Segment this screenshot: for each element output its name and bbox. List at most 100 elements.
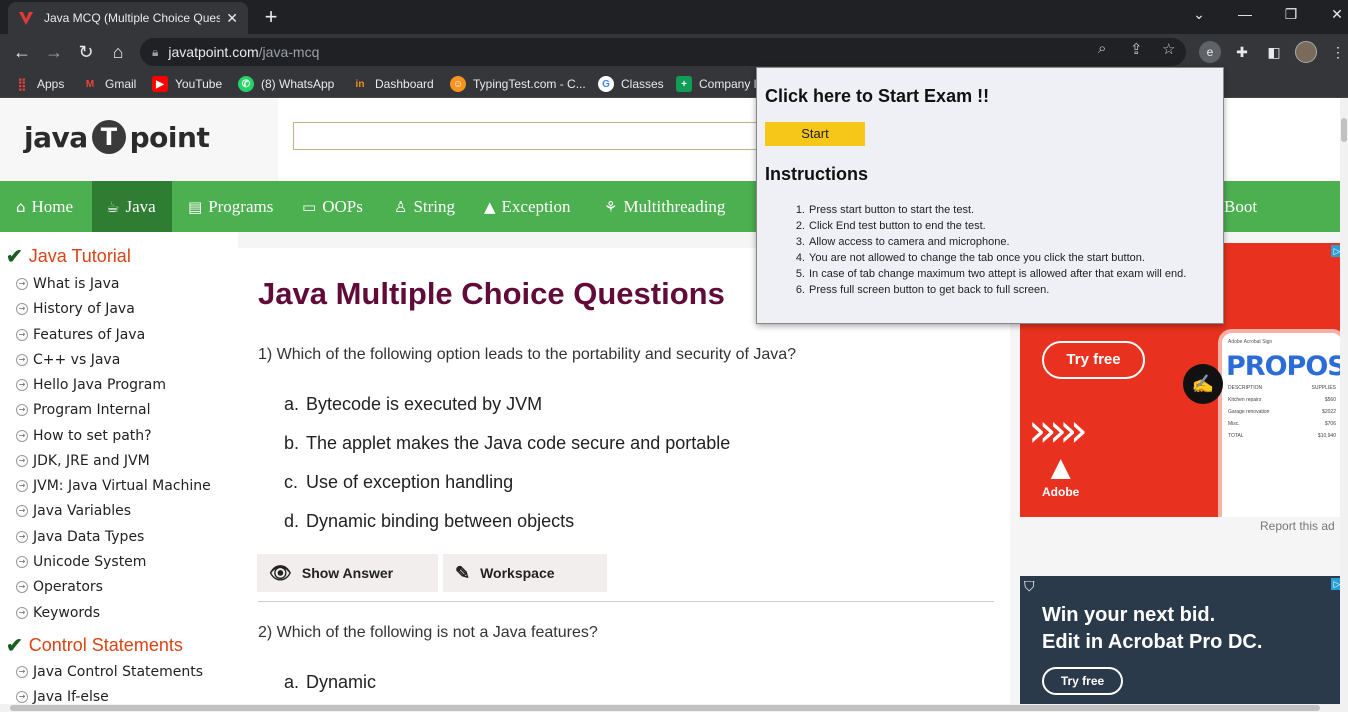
- tab-strip: Java MCQ (Multiple Choice Ques ✕ + ⌄ — ❐…: [0, 0, 1348, 34]
- bookmark-youtube[interactable]: ▶ YouTube: [152, 76, 222, 92]
- row-value: $706: [1324, 421, 1336, 427]
- sidebar-item[interactable]: → Java Variables: [16, 503, 131, 519]
- menu-oops[interactable]: ▭ OOPs: [288, 181, 377, 232]
- sidebar-item[interactable]: → Hello Java Program: [16, 377, 166, 393]
- acrobat-ad[interactable]: Win your next bid. Edit in Acrobat Pro DC…: [1020, 576, 1343, 712]
- home-icon[interactable]: ⌂: [106, 40, 130, 64]
- checkmark-icon: ✔: [6, 635, 23, 657]
- tab-search-icon[interactable]: ⌄: [1184, 6, 1214, 23]
- scroll-thumb[interactable]: [1341, 118, 1347, 142]
- start-exam-button[interactable]: Start: [765, 122, 865, 146]
- menu-home[interactable]: ⌂ Home: [2, 181, 87, 232]
- arrow-circle-icon: →: [16, 607, 28, 619]
- menu-kebab-icon[interactable]: ⋮: [1326, 40, 1348, 64]
- instruction-text: Press start button to start the test.: [809, 204, 975, 216]
- sidebar-item[interactable]: → Program Internal: [16, 402, 150, 418]
- warning-icon: ▲: [484, 197, 496, 216]
- side-panel-icon[interactable]: ◧: [1262, 40, 1286, 64]
- oops-icon: ▭: [302, 197, 317, 216]
- arrow-circle-icon: →: [16, 278, 28, 290]
- zoom-icon[interactable]: ⌕: [1098, 40, 1106, 57]
- javatpoint-logo[interactable]: java T point: [24, 120, 210, 154]
- bookmark-whatsapp[interactable]: ✆ (8) WhatsApp: [238, 76, 334, 92]
- site-search-input[interactable]: [293, 122, 763, 150]
- close-window-icon[interactable]: ✕: [1322, 6, 1348, 23]
- arrow-circle-icon: →: [16, 379, 28, 391]
- back-icon[interactable]: ←: [10, 40, 34, 64]
- arrow-circle-icon: →: [16, 505, 28, 517]
- menu-java[interactable]: ☕ Java: [92, 181, 172, 232]
- sidebar-item[interactable]: → Java Control Statements: [16, 664, 203, 680]
- menu-exception[interactable]: ▲ Exception: [470, 181, 584, 232]
- instruction-number: 4.: [795, 252, 805, 264]
- workspace-button[interactable]: ✎ Workspace: [443, 554, 607, 592]
- sidebar-section-java-tutorial[interactable]: ✔ Java Tutorial: [6, 244, 131, 269]
- bookmark-classes[interactable]: G Classes: [598, 76, 664, 92]
- sidebar-item[interactable]: → Unicode System: [16, 554, 146, 570]
- logo-java: java: [24, 120, 88, 154]
- share-icon[interactable]: ⇪: [1130, 40, 1143, 58]
- arrow-circle-icon: →: [16, 455, 28, 467]
- ad-try-free-button[interactable]: Try free: [1042, 341, 1145, 379]
- show-answer-button[interactable]: 👁︎ Show Answer: [257, 554, 438, 592]
- arrow-circle-icon: →: [16, 430, 28, 442]
- browser-tab[interactable]: Java MCQ (Multiple Choice Ques ✕: [8, 2, 248, 34]
- option-c: c. Use of exception handling: [284, 472, 513, 493]
- ad-try-free-button[interactable]: Try free: [1042, 667, 1123, 695]
- ad-headline-line: Win your next bid.: [1042, 604, 1216, 626]
- horizontal-scrollbar[interactable]: [0, 704, 1348, 712]
- menu-multithreading[interactable]: ⚘ Multithreading: [590, 181, 739, 232]
- option-letter: d.: [284, 511, 300, 531]
- arrow-circle-icon: →: [16, 691, 28, 703]
- vertical-scrollbar[interactable]: [1340, 98, 1348, 704]
- browser-toolbar: ← → ↻ ⌂ 🔒︎ javatpoint.com/java-mcq ⌕ ⇪ ☆…: [0, 34, 1348, 70]
- bookmark-star-icon[interactable]: ☆: [1162, 40, 1175, 58]
- forward-icon[interactable]: →: [42, 40, 66, 64]
- sidebar-item[interactable]: → Operators: [16, 579, 103, 595]
- address-bar[interactable]: 🔒︎ javatpoint.com/java-mcq: [140, 38, 1186, 66]
- extensions-puzzle-icon[interactable]: ✚: [1230, 40, 1254, 64]
- sidebar-item[interactable]: → JVM: Java Virtual Machine: [16, 478, 211, 494]
- sidebar-item-label: Program Internal: [33, 402, 151, 418]
- sidebar-section-control-statements[interactable]: ✔ Control Statements: [6, 633, 183, 658]
- instructions-list: 1. Press start button to start the test. …: [793, 202, 1203, 298]
- exam-extension-popup: Click here to Start Exam !! Start Instru…: [756, 67, 1224, 324]
- menu-label: String: [413, 196, 456, 216]
- row-key: TOTAL: [1228, 433, 1244, 439]
- sidebar-item[interactable]: → Java Data Types: [16, 529, 144, 545]
- phone-row: TOTAL $10,940: [1222, 430, 1342, 442]
- sidebar-item[interactable]: → Keywords: [16, 605, 100, 621]
- sidebar-item[interactable]: → JDK, JRE and JVM: [16, 453, 150, 469]
- bookmark-company[interactable]: + Company l: [676, 76, 756, 92]
- exam-extension-icon[interactable]: e: [1199, 41, 1221, 63]
- sidebar-item[interactable]: → Features of Java: [16, 327, 145, 343]
- scroll-thumb[interactable]: [10, 705, 1320, 711]
- row-value: SUPPLIES: [1311, 385, 1336, 391]
- report-ad-link[interactable]: Report this ad: [1260, 519, 1335, 533]
- sidebar-item[interactable]: → History of Java: [16, 301, 135, 317]
- menu-label: Multithreading: [623, 196, 726, 216]
- new-tab-icon[interactable]: +: [258, 4, 284, 30]
- sidebar-item-label: Keywords: [33, 605, 101, 621]
- arrow-circle-icon: →: [16, 480, 28, 492]
- menu-string[interactable]: ♙ String: [380, 181, 469, 232]
- reload-icon[interactable]: ↻: [74, 40, 98, 64]
- ad-headline-line: Edit in Acrobat Pro DC.: [1042, 631, 1263, 653]
- programs-icon: ▤: [188, 197, 203, 216]
- button-label: Show Answer: [301, 565, 394, 581]
- bookmark-dashboard[interactable]: in Dashboard: [352, 76, 434, 92]
- bookmark-typingtest[interactable]: ☺ TypingTest.com - C...: [450, 76, 586, 92]
- lock-icon: 🔒︎: [152, 44, 159, 59]
- sidebar-item[interactable]: → What is Java: [16, 276, 119, 292]
- menu-programs[interactable]: ▤ Programs: [174, 181, 287, 232]
- sidebar-item-label: Java Data Types: [33, 529, 145, 545]
- sidebar-item[interactable]: → Java If-else: [16, 689, 109, 705]
- close-tab-icon[interactable]: ✕: [226, 10, 238, 27]
- sidebar-item[interactable]: → C++ vs Java: [16, 352, 120, 368]
- restore-icon[interactable]: ❐: [1276, 6, 1306, 23]
- bookmark-gmail[interactable]: M Gmail: [82, 76, 137, 92]
- bookmark-apps[interactable]: ⣿ Apps: [14, 76, 65, 92]
- minimize-icon[interactable]: —: [1230, 6, 1260, 22]
- profile-avatar[interactable]: [1295, 41, 1317, 63]
- sidebar-item[interactable]: → How to set path?: [16, 428, 152, 444]
